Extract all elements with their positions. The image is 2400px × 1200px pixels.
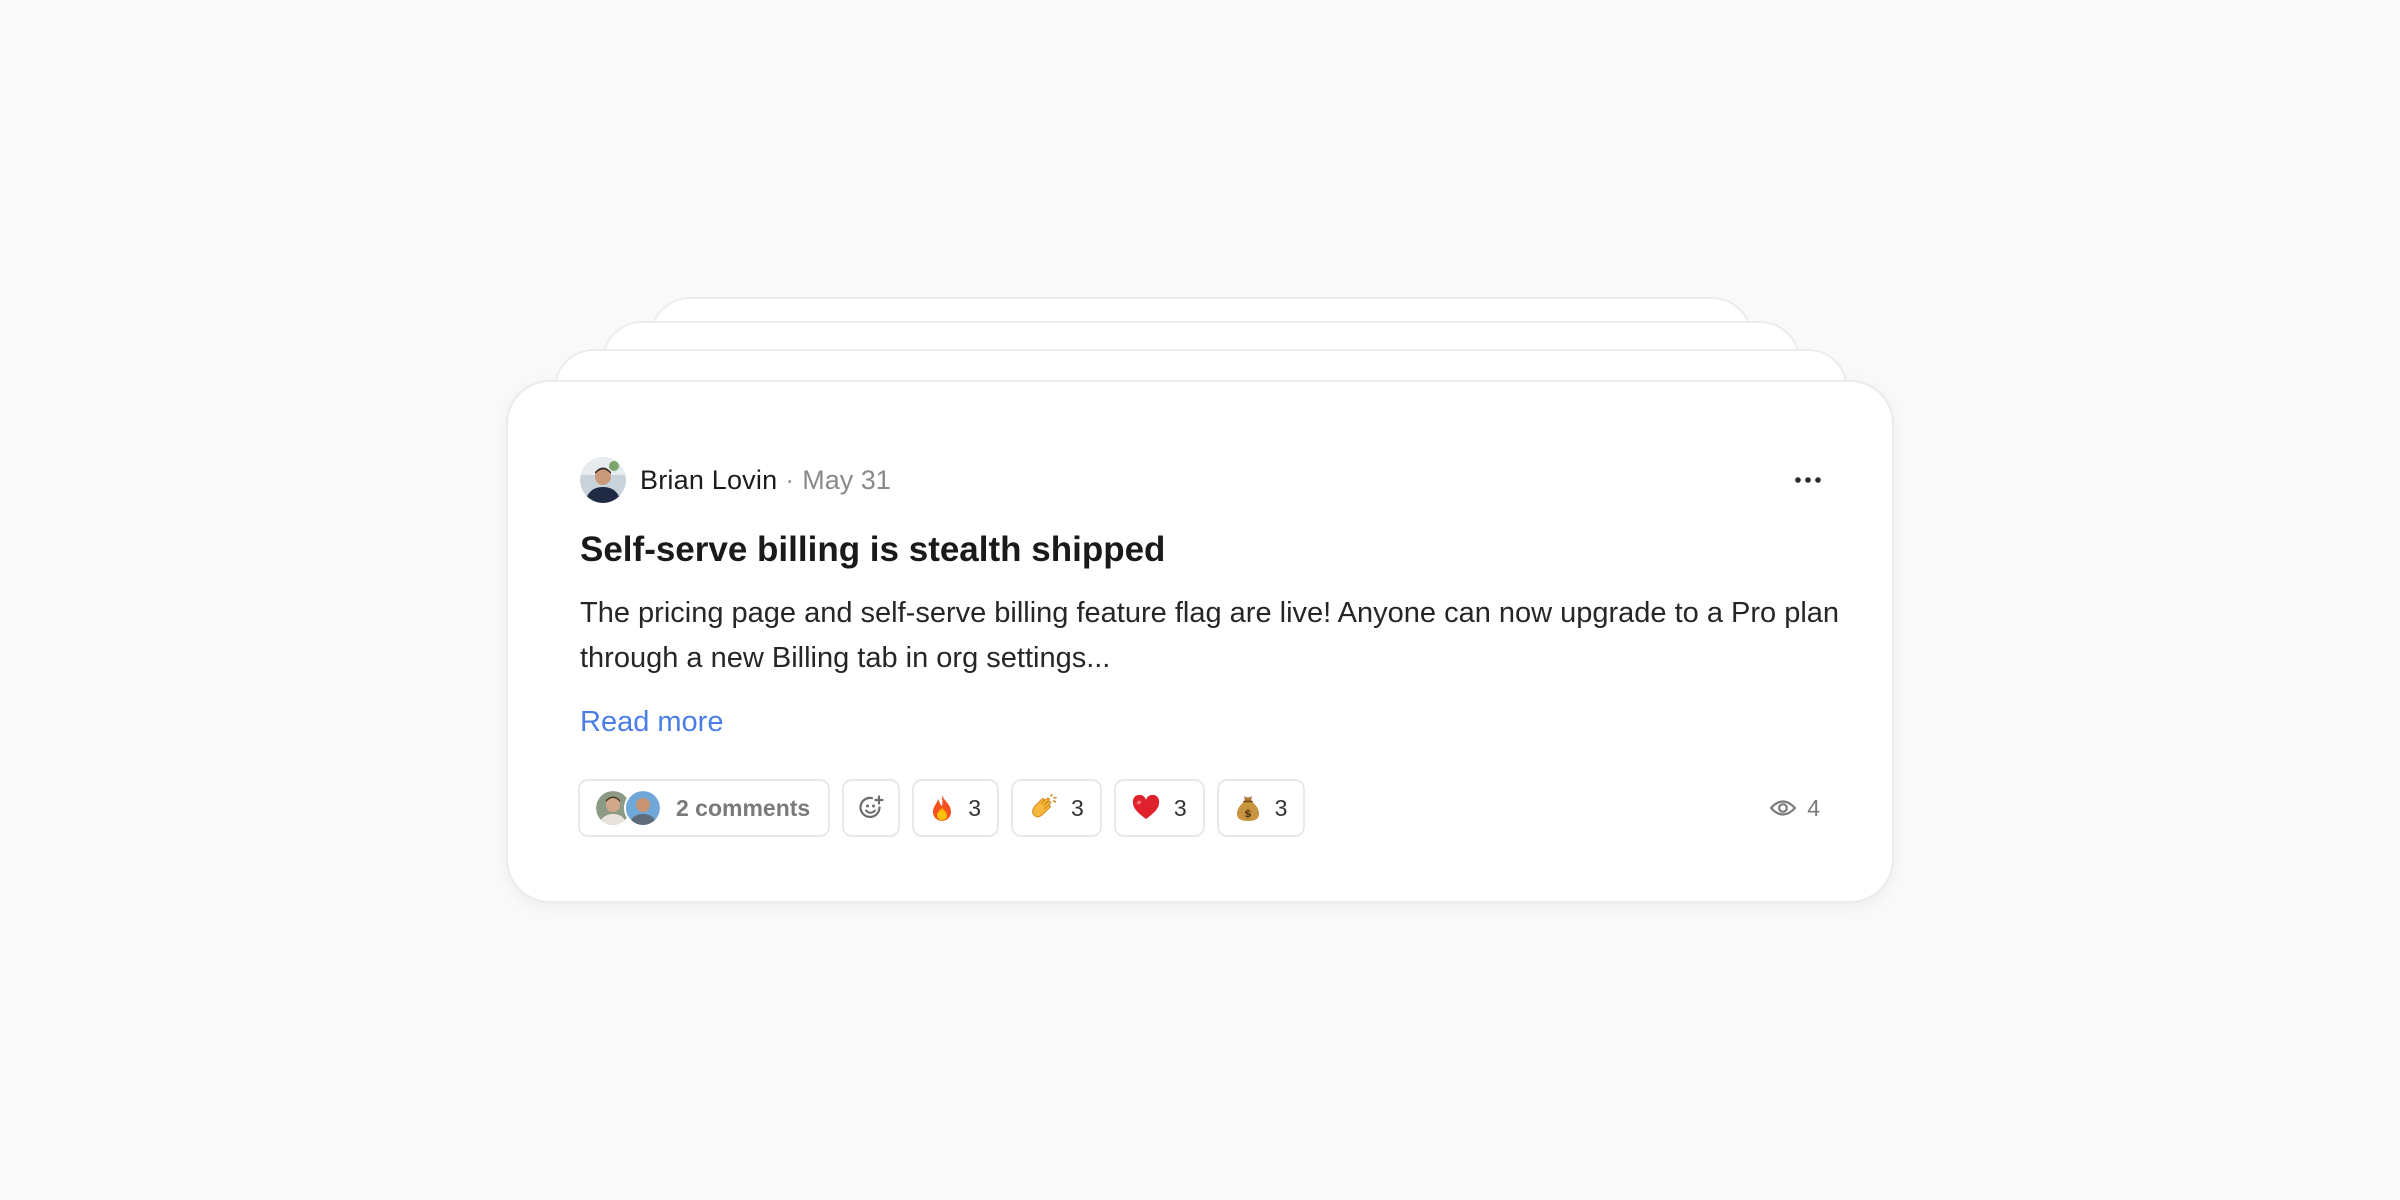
post-title[interactable]: Self-serve billing is stealth shipped	[580, 530, 1165, 570]
post-card[interactable]: Brian Lovin · May 31 Self-serve billing …	[506, 380, 1894, 903]
read-more-link[interactable]: Read more	[580, 706, 723, 739]
post-excerpt: The pricing page and self-serve billing …	[580, 597, 1840, 674]
commenter-avatar	[624, 789, 662, 827]
add-reaction-button[interactable]	[842, 779, 901, 837]
reaction-heart[interactable]: 3	[1113, 779, 1205, 837]
svg-text:$: $	[1244, 807, 1252, 820]
author-name[interactable]: Brian Lovin	[640, 465, 777, 496]
fire-icon	[930, 794, 954, 822]
eye-icon	[1770, 800, 1797, 816]
meta-separator: ·	[785, 464, 795, 495]
reaction-count: 3	[1071, 794, 1084, 821]
more-horizontal-icon	[1795, 477, 1821, 483]
reaction-count: 3	[1173, 794, 1187, 821]
clapping-hands-icon	[1029, 794, 1057, 822]
comments-button[interactable]: 2 comments	[578, 779, 831, 837]
red-heart-icon	[1132, 795, 1160, 821]
commenter-avatar-image	[626, 791, 660, 825]
post-footer: 2 comments 3 3 3 $ 3	[578, 778, 1317, 838]
post-date: May 31	[802, 464, 891, 495]
more-options-button[interactable]	[1788, 464, 1828, 496]
avatar-image	[580, 457, 626, 503]
reaction-count: 3	[968, 794, 982, 821]
views-count: 4	[1807, 794, 1820, 821]
author-avatar[interactable]	[580, 457, 626, 503]
reaction-count: 3	[1274, 794, 1288, 821]
reaction-fire[interactable]: 3	[912, 779, 1000, 837]
comments-count-label: 2 comments	[676, 794, 811, 821]
post-header: Brian Lovin · May 31	[580, 456, 891, 504]
reaction-money-bag[interactable]: $ 3	[1216, 779, 1306, 837]
view-counter: 4	[1769, 794, 1820, 822]
add-emoji-icon	[859, 795, 884, 818]
reaction-clap[interactable]: 3	[1011, 779, 1102, 837]
money-bag-icon: $	[1235, 794, 1261, 822]
